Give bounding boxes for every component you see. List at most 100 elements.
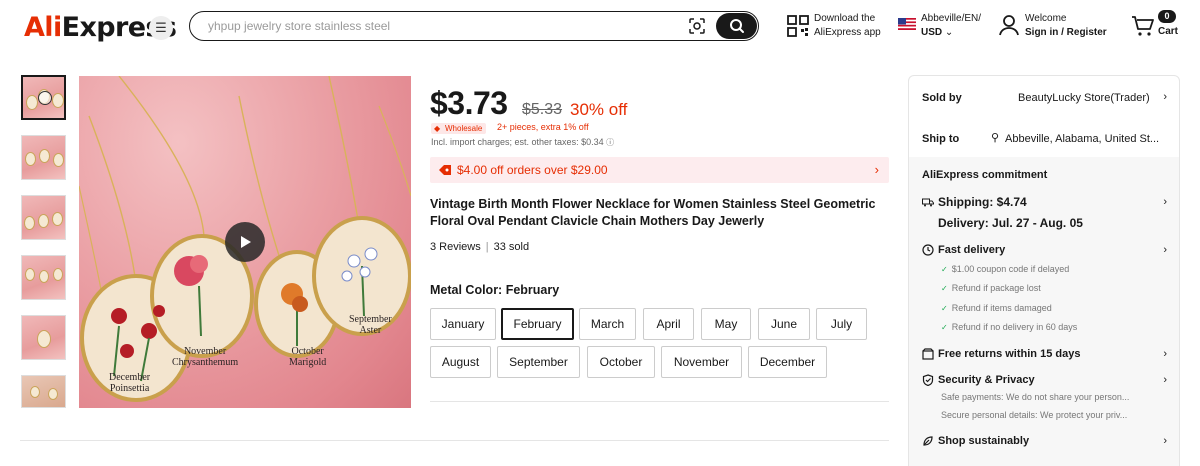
- label-october: October Marigold: [289, 346, 326, 368]
- coupon-text: $4.00 off orders over $29.00: [457, 163, 608, 177]
- option-february[interactable]: February: [501, 308, 574, 340]
- download-app-link[interactable]: Download the AliExpress app: [814, 12, 881, 40]
- commitment-title: AliExpress commitment: [922, 169, 1048, 181]
- label-october-flower: Marigold: [289, 357, 327, 368]
- search-input[interactable]: [208, 17, 668, 35]
- option-march[interactable]: March: [579, 308, 636, 340]
- option-september[interactable]: September: [497, 346, 580, 378]
- wholesale-tag: ◆ Wholesale: [431, 123, 487, 134]
- header: AliExpress ☰ Download the AliExpress app: [0, 0, 1200, 54]
- option-august[interactable]: August: [430, 346, 491, 378]
- wholesale-offer: 2+ pieces, extra 1% off: [497, 122, 589, 132]
- security-row[interactable]: Security & Privacy: [922, 374, 1035, 386]
- security-item: Safe payments: We do not share your pers…: [941, 392, 1130, 402]
- chevron-down-icon: ⌄: [944, 27, 954, 38]
- play-icon: [241, 236, 251, 248]
- chevron-right-icon: ›: [1163, 435, 1167, 447]
- thumbnail-image[interactable]: [21, 195, 66, 240]
- welcome-text: Welcome: [1025, 13, 1067, 24]
- delivery-date: Delivery: Jul. 27 - Aug. 05: [938, 216, 1083, 230]
- currency-label: USD: [921, 27, 943, 38]
- chevron-right-icon: ›: [874, 162, 879, 177]
- cart-icon[interactable]: [1131, 15, 1155, 37]
- fast-delivery-item: ✓ Refund if package lost: [941, 283, 1041, 293]
- chevron-right-icon: ›: [1163, 196, 1167, 208]
- divider: [20, 440, 889, 441]
- discount-percent: 30% off: [570, 100, 628, 119]
- option-november[interactable]: November: [661, 346, 742, 378]
- fast-delivery-item-text: Refund if items damaged: [951, 303, 1052, 313]
- divider: [430, 401, 889, 402]
- color-label: Metal Color: February: [430, 283, 560, 297]
- wholesale-tag-label: Wholesale: [445, 124, 483, 133]
- check-icon: ✓: [941, 323, 948, 332]
- free-returns-label: Free returns within 15 days: [938, 348, 1081, 360]
- option-may[interactable]: May: [701, 308, 751, 340]
- option-december[interactable]: December: [748, 346, 827, 378]
- truck-icon: [922, 198, 934, 207]
- chevron-right-icon: ›: [1163, 91, 1167, 103]
- thumbnail-video[interactable]: [21, 75, 66, 120]
- sold-count: 33 sold: [493, 241, 530, 253]
- option-july[interactable]: July: [816, 308, 867, 340]
- option-january[interactable]: January: [430, 308, 496, 340]
- user-icon[interactable]: [999, 14, 1019, 36]
- clock-icon: [922, 244, 934, 256]
- shop-sustainably-row[interactable]: Shop sustainably: [922, 435, 1029, 447]
- thumbnail-image[interactable]: [21, 315, 66, 360]
- sign-in-register: Sign in / Register: [1025, 27, 1107, 38]
- account-link[interactable]: Welcome Sign in / Register: [1025, 12, 1107, 40]
- return-box-icon: [922, 348, 934, 360]
- store-link[interactable]: BeautyLucky Store(Trader): [1018, 92, 1150, 104]
- label-september: September Aster: [349, 314, 392, 336]
- option-october[interactable]: October: [587, 346, 655, 378]
- cart-label[interactable]: Cart: [1158, 26, 1178, 37]
- reviews-link[interactable]: 3 Reviews: [430, 241, 481, 253]
- thumbnail-image[interactable]: [21, 255, 66, 300]
- tag-icon: ◆: [434, 124, 441, 133]
- ship-to-row: Ship to: [922, 133, 959, 145]
- menu-button[interactable]: ☰: [149, 16, 173, 40]
- ship-to-label: Ship to: [922, 133, 960, 145]
- shop-sustainably-label: Shop sustainably: [938, 435, 1030, 447]
- us-flag-icon: [898, 18, 916, 30]
- fast-delivery-item: ✓ Refund if no delivery in 60 days: [941, 322, 1077, 332]
- label-october-month: October: [291, 346, 324, 357]
- fast-delivery-item: ✓ Refund if items damaged: [941, 303, 1052, 313]
- option-april[interactable]: April: [643, 308, 694, 340]
- product-title: Vintage Birth Month Flower Necklace for …: [430, 197, 876, 228]
- check-icon: ✓: [941, 304, 948, 313]
- tax-info: Incl. import charges; est. other taxes: …: [431, 137, 614, 148]
- shipping-row[interactable]: Shipping: $4.74: [922, 195, 1027, 209]
- search-button[interactable]: [716, 13, 757, 39]
- search-bar: [189, 11, 759, 41]
- sold-by-label: Sold by: [922, 92, 962, 104]
- ship-to-location[interactable]: Abbeville, Alabama, United St...: [1005, 133, 1167, 145]
- chevron-right-icon: ›: [1163, 348, 1167, 360]
- cart-count-badge: 0: [1158, 10, 1176, 23]
- image-search-icon[interactable]: [688, 17, 706, 35]
- thumbnail-image[interactable]: [21, 135, 66, 180]
- fast-delivery-item: ✓ $1.00 coupon code if delayed: [941, 264, 1069, 274]
- coupon-banner[interactable]: $4.00 off orders over $29.00 ›: [430, 157, 889, 183]
- info-icon[interactable]: ⓘ: [606, 138, 614, 147]
- play-video-button[interactable]: [225, 222, 265, 262]
- fast-delivery-row[interactable]: Fast delivery: [922, 244, 1005, 256]
- option-june[interactable]: June: [758, 308, 810, 340]
- label-december-month: December: [109, 372, 151, 383]
- qr-code-icon[interactable]: [787, 15, 809, 37]
- label-november-month: November: [183, 346, 227, 357]
- fast-delivery-item-text: Refund if no delivery in 60 days: [951, 322, 1078, 332]
- current-price: $3.73: [430, 85, 508, 121]
- thumbnail-image[interactable]: [21, 375, 66, 408]
- locale-selector[interactable]: Abbeville/EN/ USD ⌄: [921, 12, 981, 40]
- tax-info-text: Incl. import charges; est. other taxes: …: [431, 137, 604, 147]
- download-line2: AliExpress app: [814, 27, 881, 38]
- logo-part-ali: Ali: [24, 12, 62, 43]
- main-product-image[interactable]: September Aster November Chrysanthemum O…: [79, 76, 411, 408]
- label-november: November Chrysanthemum: [172, 346, 238, 368]
- free-returns-row[interactable]: Free returns within 15 days: [922, 348, 1080, 360]
- purchase-panel: Sold by BeautyLucky Store(Trader) › Ship…: [908, 75, 1180, 466]
- fast-delivery-item-text: $1.00 coupon code if delayed: [951, 264, 1070, 274]
- shipping-cost: Shipping: $4.74: [938, 195, 1027, 209]
